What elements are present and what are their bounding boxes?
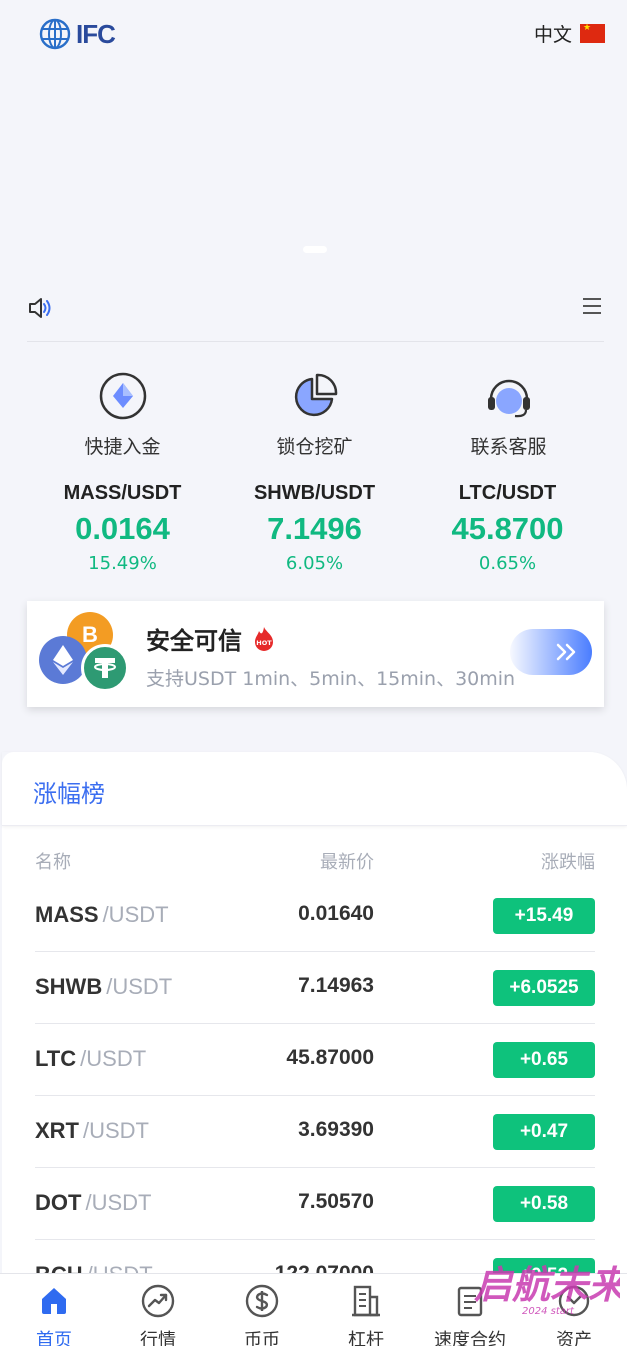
ethereum-icon <box>39 636 87 684</box>
row-base: MASS <box>35 902 99 927</box>
pie-chart-icon <box>294 373 337 417</box>
ticker-change: 6.05% <box>285 553 344 574</box>
header: IFC 中文 <box>0 0 627 70</box>
row-change-badge: +0.65 <box>493 1042 595 1078</box>
row-price: 0.01640 <box>298 902 374 925</box>
bottom-tab-bar: 首页 行情 币币 杠杆 速度合约 资产 <box>0 1273 627 1346</box>
diamond-icon <box>99 372 146 420</box>
row-base: DOT <box>35 1190 82 1215</box>
tab-contract[interactable]: 速度合约 <box>418 1282 522 1346</box>
tab-assets[interactable]: 资产 <box>522 1282 626 1346</box>
row-quote: /USDT <box>85 1190 152 1215</box>
coins-illustration: B <box>39 612 131 694</box>
row-change-badge: +0.58 <box>493 1186 595 1222</box>
bitcoin-symbol: B <box>82 622 98 647</box>
tab-home[interactable]: 首页 <box>2 1282 106 1346</box>
tab-leverage[interactable]: 杠杆 <box>314 1282 418 1346</box>
hot-badge-text: HOT <box>256 639 272 647</box>
table-row[interactable]: SHWB/USDT 7.14963 +6.0525 <box>35 952 595 1024</box>
hot-fire-icon: HOT <box>255 626 273 651</box>
row-symbol: DOT/USDT <box>35 1190 151 1216</box>
double-chevron-right-icon <box>556 643 576 661</box>
tab-market[interactable]: 行情 <box>106 1282 210 1346</box>
tab-label: 速度合约 <box>434 1330 506 1346</box>
tab-gainers-label: 涨幅榜 <box>33 780 105 808</box>
logo[interactable]: IFC <box>38 18 116 50</box>
tab-label: 杠杆 <box>348 1330 384 1346</box>
tab-label: 行情 <box>140 1330 176 1346</box>
speaker-icon[interactable] <box>27 295 53 321</box>
tether-icon <box>81 644 129 692</box>
building-icon <box>352 1285 380 1317</box>
row-symbol: XRT/USDT <box>35 1118 149 1144</box>
quick-action-label: 联系客服 <box>470 436 547 458</box>
header-price: 最新价 <box>320 852 374 873</box>
ticker-change: 0.65% <box>478 553 537 574</box>
ticker-price: 7.1496 <box>267 511 362 546</box>
banner-indicator[interactable] <box>303 246 327 253</box>
quick-deposit-button[interactable]: 快捷入金 <box>26 370 219 459</box>
ticker-pair: SHWB/USDT <box>253 482 376 504</box>
quick-action-label: 锁仓挖矿 <box>276 436 353 458</box>
row-quote: /USDT <box>106 974 173 999</box>
row-change-badge: +0.47 <box>493 1114 595 1150</box>
tab-label: 币币 <box>244 1330 280 1346</box>
row-quote: /USDT <box>80 1046 147 1071</box>
row-quote: /USDT <box>102 902 169 927</box>
wallet-icon <box>558 1285 590 1317</box>
tab-label: 首页 <box>36 1330 72 1346</box>
ticker-card[interactable]: SHWB/USDT 7.1496 6.05% <box>218 482 411 574</box>
headset-icon <box>487 379 530 418</box>
dollar-icon <box>245 1284 279 1318</box>
home-icon <box>42 1288 66 1314</box>
row-base: LTC <box>35 1046 77 1071</box>
tab-spot[interactable]: 币币 <box>210 1282 314 1346</box>
notice-bar <box>27 292 604 342</box>
table-row[interactable]: DOT/USDT 7.50570 +0.58 <box>35 1168 595 1240</box>
row-base: XRT <box>35 1118 79 1143</box>
row-change-badge: +15.49 <box>493 898 595 934</box>
language-switcher[interactable]: 中文 <box>534 20 605 47</box>
lock-mining-button[interactable]: 锁仓挖矿 <box>218 370 411 459</box>
menu-icon[interactable] <box>582 296 602 316</box>
ticker-card[interactable]: LTC/USDT 45.8700 0.65% <box>411 482 604 574</box>
trend-icon <box>141 1284 175 1318</box>
table-row[interactable]: XRT/USDT 3.69390 +0.47 <box>35 1096 595 1168</box>
row-symbol: SHWB/USDT <box>35 974 172 1000</box>
row-price: 3.69390 <box>298 1118 374 1141</box>
row-change-badge: +6.0525 <box>493 970 595 1006</box>
row-base: SHWB <box>35 974 103 999</box>
promo-go-button[interactable] <box>510 629 592 675</box>
ticker-pair: LTC/USDT <box>458 482 557 504</box>
row-price: 7.50570 <box>298 1190 374 1213</box>
row-symbol: MASS/USDT <box>35 902 169 928</box>
tab-label: 资产 <box>556 1330 592 1346</box>
table-row[interactable]: MASS/USDT 0.01640 +15.49 <box>35 880 595 952</box>
header-name: 名称 <box>35 852 71 873</box>
header-change: 涨跌幅 <box>541 852 595 873</box>
ticker-change: 15.49% <box>88 553 157 574</box>
tab-gainers[interactable]: 涨幅榜 <box>2 752 627 826</box>
row-quote: /USDT <box>83 1118 149 1143</box>
promo-title-text: 安全可信 <box>146 627 242 655</box>
ticker-pair: MASS/USDT <box>63 482 182 504</box>
promo-title: 安全可信 HOT <box>146 621 276 656</box>
customer-service-button[interactable]: 联系客服 <box>412 370 605 459</box>
row-symbol: LTC/USDT <box>35 1046 146 1072</box>
contract-icon <box>457 1286 483 1317</box>
table-row[interactable]: LTC/USDT 45.87000 +0.65 <box>35 1024 595 1096</box>
ticker-card[interactable]: MASS/USDT 0.0164 15.49% <box>26 482 219 574</box>
quick-action-label: 快捷入金 <box>84 436 161 458</box>
china-flag-icon <box>580 23 605 43</box>
globe-icon <box>39 18 71 50</box>
language-label: 中文 <box>533 24 572 46</box>
ticker-price: 45.8700 <box>451 511 564 546</box>
row-price: 45.87000 <box>286 1046 374 1069</box>
logo-text: IFC <box>76 18 116 49</box>
promo-card[interactable]: B 安全可信 HOT 支持USDT 1min、5min、15min、30min <box>27 601 604 707</box>
promo-subtitle: 支持USDT 1min、5min、15min、30min <box>146 668 516 690</box>
row-price: 7.14963 <box>298 974 374 997</box>
ticker-price: 0.0164 <box>75 511 170 546</box>
